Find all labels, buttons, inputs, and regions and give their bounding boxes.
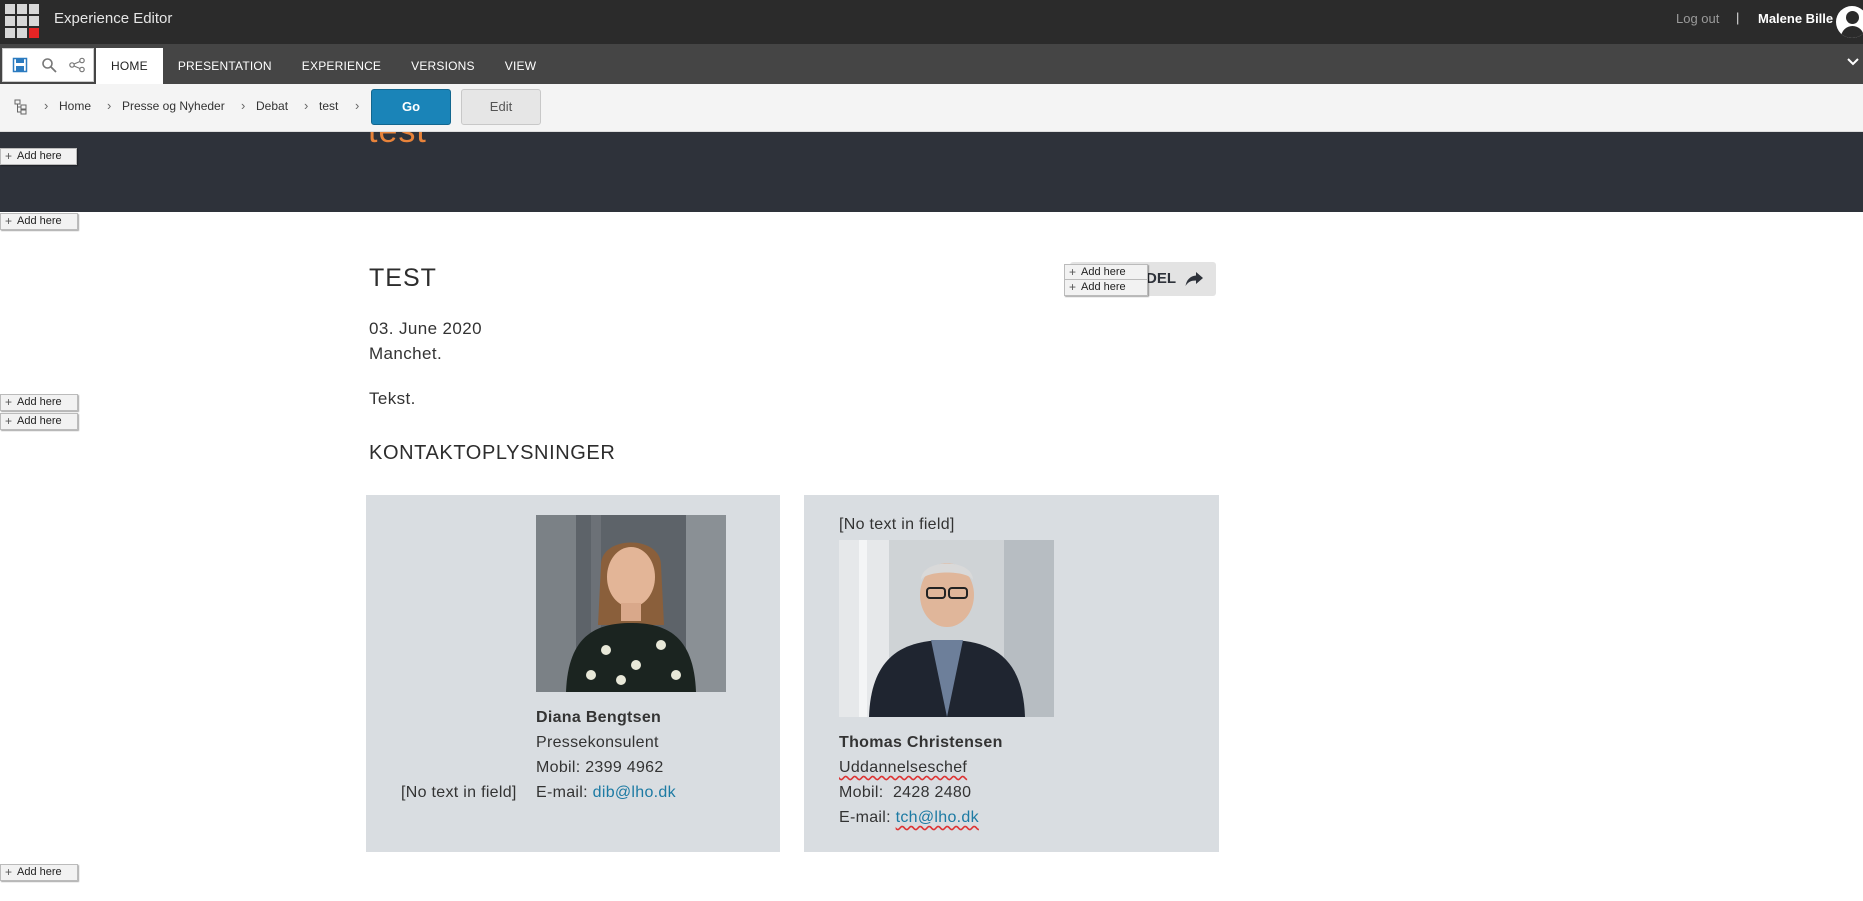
breadcrumb-separator-icon: › <box>107 98 112 113</box>
article-manchet[interactable]: Manchet. <box>369 344 442 364</box>
contacts-section-title[interactable]: KONTAKTOPLYSNINGER <box>369 442 615 465</box>
hero-title[interactable]: test <box>368 132 427 151</box>
share-label[interactable]: DEL <box>1146 270 1176 287</box>
person-photo-icon <box>839 540 1054 717</box>
chevron-down-icon[interactable] <box>1847 56 1859 68</box>
add-here-button[interactable]: Add here <box>0 864 78 881</box>
contact-card: Diana Bengtsen Pressekonsulent Mobil: 23… <box>366 495 780 852</box>
go-button[interactable]: Go <box>371 89 451 125</box>
article-text[interactable]: Tekst. <box>369 389 416 409</box>
tab-view[interactable]: VIEW <box>490 48 551 84</box>
tab-home[interactable]: HOME <box>96 48 163 84</box>
ribbon: HOME PRESENTATION EXPERIENCE VERSIONS VI… <box>0 44 1863 84</box>
contact-name[interactable]: Thomas Christensen <box>839 734 1003 751</box>
contact-name[interactable]: Diana Bengtsen <box>536 709 661 726</box>
app-title: Experience Editor <box>54 10 173 27</box>
add-here-button[interactable]: Add here <box>0 213 78 230</box>
breadcrumb-separator-icon: › <box>304 98 309 113</box>
contact-photo[interactable] <box>839 540 1054 717</box>
breadcrumb-separator-icon: › <box>355 98 360 113</box>
logout-link[interactable]: Log out <box>1676 11 1719 26</box>
empty-field-placeholder[interactable]: [No text in field] <box>839 516 955 534</box>
navigation-bar: › Home › Presse og Nyheder › Debat › tes… <box>0 84 1863 132</box>
breadcrumb-home[interactable]: Home <box>59 99 91 113</box>
email-link[interactable]: tch@lho.dk <box>896 809 979 826</box>
contact-role[interactable]: Pressekonsulent <box>536 734 659 752</box>
breadcrumb-separator-icon: › <box>241 98 246 113</box>
breadcrumb-separator-icon: › <box>44 98 49 113</box>
tab-presentation[interactable]: PRESENTATION <box>163 48 287 84</box>
contact-phone[interactable]: Mobil: 2428 2480 <box>839 784 971 802</box>
quick-access-toolbar <box>2 48 94 82</box>
tab-experience[interactable]: EXPERIENCE <box>287 48 396 84</box>
contact-photo[interactable] <box>536 515 726 692</box>
separator: | <box>1736 10 1740 25</box>
contact-role[interactable]: Uddannelseschef <box>839 759 967 777</box>
content-tree-icon[interactable] <box>14 99 28 115</box>
email-label: E-mail: <box>536 784 593 801</box>
tab-versions[interactable]: VERSIONS <box>396 48 490 84</box>
save-icon[interactable] <box>12 57 28 73</box>
add-here-button[interactable]: Add here <box>0 394 78 411</box>
email-label: E-mail: <box>839 809 896 826</box>
contact-email-row: E-mail: tch@lho.dk <box>839 809 979 827</box>
app-launcher-icon[interactable] <box>5 4 39 38</box>
contact-email-row: E-mail: dib@lho.dk <box>536 784 676 802</box>
add-here-button[interactable]: Add here <box>1064 279 1148 296</box>
empty-field-placeholder[interactable]: [No text in field] <box>401 784 517 802</box>
article-date[interactable]: 03. June 2020 <box>369 319 482 339</box>
user-name[interactable]: Malene Bille <box>1758 11 1833 26</box>
share-network-icon[interactable] <box>69 57 85 73</box>
breadcrumb-test[interactable]: test <box>319 99 338 113</box>
breadcrumb-debat[interactable]: Debat <box>256 99 288 113</box>
hero-banner: test <box>0 132 1863 212</box>
search-icon[interactable] <box>41 57 57 73</box>
person-photo-icon <box>536 515 726 692</box>
user-avatar-icon[interactable] <box>1836 6 1863 38</box>
page-content: TEST DEL 03. June 2020 Manchet. Tekst. K… <box>0 212 1863 901</box>
top-bar: Experience Editor Log out | Malene Bille <box>0 0 1863 44</box>
ribbon-tabs: HOME PRESENTATION EXPERIENCE VERSIONS VI… <box>96 48 551 84</box>
email-link[interactable]: dib@lho.dk <box>593 784 676 801</box>
edit-button[interactable]: Edit <box>461 89 541 125</box>
add-here-button[interactable]: Add here <box>0 148 77 165</box>
contact-phone[interactable]: Mobil: 2399 4962 <box>536 759 664 777</box>
article-title[interactable]: TEST <box>369 264 437 293</box>
share-arrow-icon[interactable] <box>1184 271 1204 287</box>
breadcrumb-presse-og-nyheder[interactable]: Presse og Nyheder <box>122 99 225 113</box>
contact-card: [No text in field] Thomas Christensen Ud… <box>804 495 1219 852</box>
add-here-button[interactable]: Add here <box>0 413 78 430</box>
